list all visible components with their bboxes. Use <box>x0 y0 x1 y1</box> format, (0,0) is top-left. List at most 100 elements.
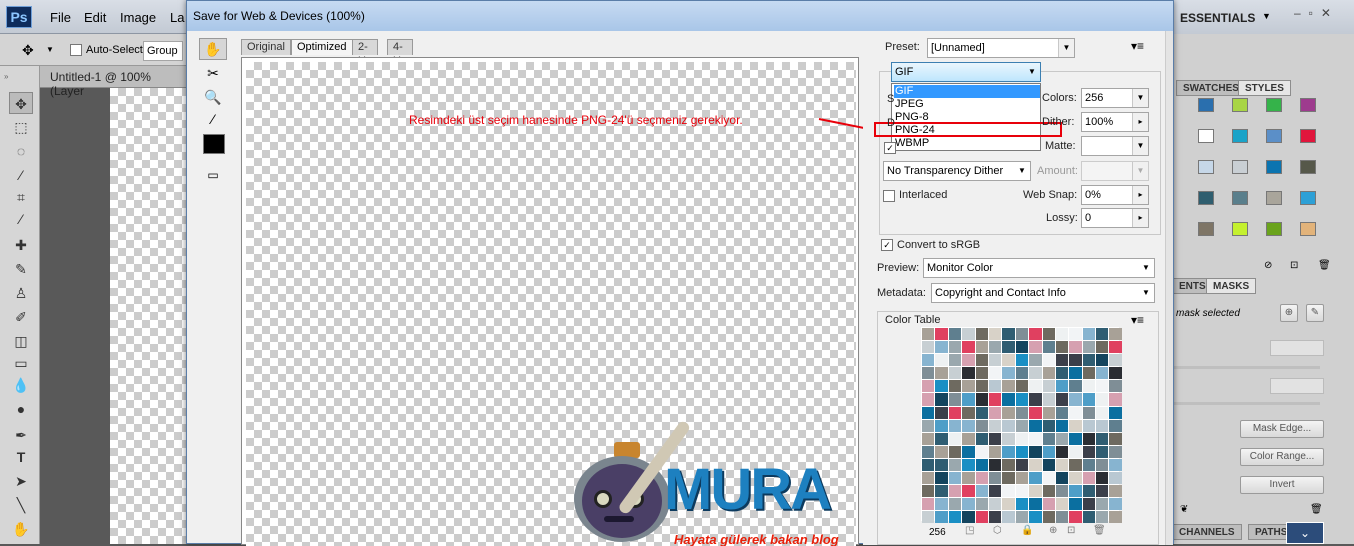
quick-select-tool[interactable]: ⁄ <box>9 164 33 186</box>
color-table-swatch[interactable] <box>1069 393 1082 406</box>
color-table-swatch[interactable] <box>1109 445 1122 458</box>
color-table-swatch[interactable] <box>948 458 962 472</box>
colors-select[interactable]: 256 ▼ <box>1081 88 1149 108</box>
color-table-swatch[interactable] <box>1002 380 1015 393</box>
color-table-swatch[interactable] <box>975 406 988 419</box>
color-table-swatch[interactable] <box>1015 393 1029 406</box>
color-table-swatch[interactable] <box>1015 445 1029 458</box>
color-table-swatch[interactable] <box>1002 328 1015 341</box>
color-table-swatch[interactable] <box>922 458 935 472</box>
color-table-swatch[interactable] <box>1055 380 1069 393</box>
lossy-select[interactable]: 0 ▸ <box>1081 208 1149 228</box>
color-table-swatch[interactable] <box>1055 472 1069 485</box>
tab-channels[interactable]: CHANNELS <box>1172 524 1242 540</box>
color-table-swatch[interactable] <box>1069 367 1082 380</box>
trash-icon[interactable]: 🗑 <box>1310 504 1323 515</box>
feather-slider[interactable] <box>1172 402 1320 405</box>
style-swatch[interactable] <box>1232 222 1248 236</box>
color-table-swatch[interactable] <box>1015 328 1029 341</box>
color-table-swatch[interactable] <box>1082 485 1096 498</box>
color-table-swatch[interactable] <box>1069 419 1082 432</box>
color-table-swatch[interactable] <box>935 367 948 380</box>
color-table-swatch[interactable] <box>988 511 1002 524</box>
color-table-swatch[interactable] <box>1096 341 1109 354</box>
color-table-swatch[interactable] <box>1055 328 1069 341</box>
chevron-down-icon[interactable]: ▼ <box>46 45 54 54</box>
settings-scrollbar[interactable] <box>1165 31 1173 545</box>
color-table-swatch[interactable] <box>1029 380 1042 393</box>
color-table-swatch[interactable] <box>988 458 1002 472</box>
brush-tool[interactable]: ✎ <box>9 258 33 280</box>
color-table-swatch[interactable] <box>1082 328 1096 341</box>
color-table-swatch[interactable] <box>922 472 935 485</box>
color-table-swatch[interactable] <box>1002 406 1015 419</box>
invert-button[interactable]: Invert <box>1240 476 1324 494</box>
blur-tool[interactable]: 💧 <box>9 374 33 396</box>
style-swatch[interactable] <box>1300 129 1316 143</box>
feather-field[interactable] <box>1270 378 1324 394</box>
color-table-swatch[interactable] <box>1029 458 1042 472</box>
type-tool[interactable]: T <box>9 446 33 468</box>
tab-4up[interactable]: 4-Up <box>387 39 414 67</box>
color-table-swatch[interactable] <box>1082 354 1096 367</box>
color-table-swatch[interactable] <box>1029 393 1042 406</box>
color-table-swatch[interactable] <box>1015 511 1029 524</box>
color-table-swatch[interactable] <box>935 485 948 498</box>
color-table-swatch[interactable] <box>1082 511 1096 524</box>
style-swatch[interactable] <box>1198 191 1214 205</box>
color-table-swatch[interactable] <box>1082 341 1096 354</box>
history-brush-tool[interactable]: ✐ <box>9 306 33 328</box>
color-table-swatch[interactable] <box>1042 328 1055 341</box>
color-table-swatch[interactable] <box>1055 406 1069 419</box>
color-table-swatch[interactable] <box>1015 341 1029 354</box>
trash-icon[interactable]: 🗑 <box>1318 260 1331 271</box>
color-table-swatch[interactable] <box>1096 432 1109 445</box>
color-table-swatch[interactable] <box>1109 341 1122 354</box>
color-table-swatch[interactable] <box>1002 354 1015 367</box>
color-table-swatch[interactable] <box>962 485 975 498</box>
color-table-swatch[interactable] <box>1069 511 1082 524</box>
zoom-tool-icon[interactable]: 🔍 <box>199 86 227 108</box>
color-table-swatch[interactable] <box>935 328 948 341</box>
color-table-swatch[interactable] <box>948 341 962 354</box>
cube-icon[interactable]: ⬡ <box>993 525 1002 536</box>
color-table-swatch[interactable] <box>1002 498 1015 511</box>
color-table-swatch[interactable] <box>988 354 1002 367</box>
style-swatch[interactable] <box>1266 129 1282 143</box>
color-table-swatch[interactable] <box>922 485 935 498</box>
preset-select[interactable]: [Unnamed] ▼ <box>927 38 1075 58</box>
menu-image[interactable]: Image <box>120 10 156 25</box>
color-table-swatch[interactable] <box>935 472 948 485</box>
pen-tool[interactable]: ✒ <box>9 424 33 446</box>
color-table-swatch[interactable] <box>1109 380 1122 393</box>
color-table-swatch[interactable] <box>962 367 975 380</box>
transparency-checkbox[interactable]: ✓ <box>884 142 896 154</box>
color-table-swatch[interactable] <box>962 341 975 354</box>
add-vector-mask-icon[interactable]: ✎ <box>1306 304 1324 322</box>
style-swatch[interactable] <box>1300 222 1316 236</box>
mask-options-icon[interactable]: ❦ <box>1180 504 1188 515</box>
color-table-swatch[interactable] <box>988 432 1002 445</box>
line-tool[interactable]: ╲ <box>9 494 33 516</box>
color-table-swatch[interactable] <box>988 485 1002 498</box>
color-table-swatch[interactable] <box>962 432 975 445</box>
color-table-swatch[interactable] <box>1015 432 1029 445</box>
crop-tool[interactable]: ⌗ <box>9 186 33 208</box>
color-table-swatch[interactable] <box>1069 406 1082 419</box>
style-swatch[interactable] <box>1266 222 1282 236</box>
color-table-swatch[interactable] <box>935 380 948 393</box>
add-pixel-mask-icon[interactable]: ⊕ <box>1280 304 1298 322</box>
color-table-swatch[interactable] <box>1055 511 1069 524</box>
color-table-swatch[interactable] <box>922 419 935 432</box>
color-table-swatch[interactable] <box>1029 498 1042 511</box>
eyedropper-tool[interactable]: ⁄ <box>9 208 33 230</box>
new-color-icon[interactable]: ⊡ <box>1067 525 1075 536</box>
color-table-swatch[interactable] <box>1082 472 1096 485</box>
color-table-swatch[interactable] <box>1002 511 1015 524</box>
color-table-swatch[interactable] <box>948 393 962 406</box>
hand-tool[interactable]: ✋ <box>9 518 33 540</box>
color-table-swatch[interactable] <box>1069 432 1082 445</box>
color-table-swatch[interactable] <box>1109 511 1122 524</box>
color-table-swatch[interactable] <box>988 367 1002 380</box>
color-table-swatch[interactable] <box>975 419 988 432</box>
